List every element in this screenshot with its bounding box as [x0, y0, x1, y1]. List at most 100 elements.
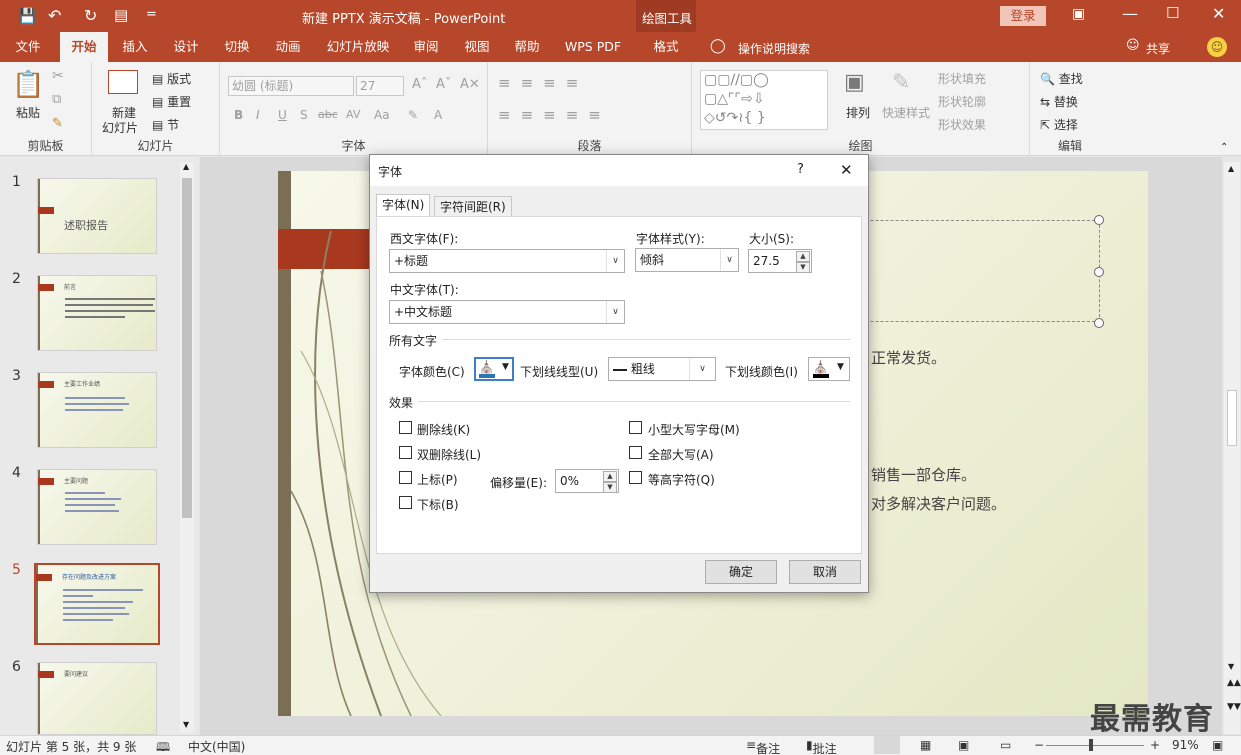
tab-review[interactable]: 审阅 — [406, 32, 446, 62]
alignment-icon[interactable]: ≡≡≡≡≡ — [498, 106, 611, 124]
small-caps-checkbox[interactable] — [629, 421, 642, 434]
tell-me-search[interactable]: 操作说明搜索 — [738, 40, 810, 57]
zoom-slider-thumb[interactable] — [1089, 739, 1093, 751]
bullets-icon[interactable]: ≡≡≡≡ — [498, 74, 588, 92]
canvas-scrollbar[interactable]: ▲ ▼ ▲▲ ▼▼ — [1224, 162, 1241, 734]
shape-outline-button[interactable]: 形状轮廓 — [938, 93, 986, 110]
char-spacing-button[interactable]: AV — [346, 108, 360, 121]
highlight-icon[interactable]: ✎ — [408, 108, 418, 122]
resize-handle[interactable] — [1094, 267, 1104, 277]
save-icon[interactable]: 💾 — [18, 7, 37, 25]
all-caps-checkbox[interactable] — [629, 446, 642, 459]
double-strikethrough-checkbox[interactable] — [399, 446, 412, 459]
strikethrough-button[interactable]: abc — [318, 108, 338, 121]
new-slide-button-line2[interactable]: 幻灯片 — [102, 119, 138, 136]
customize-qat-icon[interactable]: = — [146, 7, 157, 22]
cancel-button[interactable]: 取消 — [789, 560, 861, 584]
tab-animations[interactable]: 动画 — [267, 32, 309, 62]
format-painter-icon[interactable]: ✎ — [52, 116, 63, 131]
quick-styles-button[interactable]: 快速样式 — [882, 104, 930, 121]
maximize-icon[interactable]: ☐ — [1166, 4, 1179, 22]
tab-slideshow[interactable]: 幻灯片放映 — [320, 32, 396, 62]
scroll-down-arrow-icon[interactable]: ▼ — [1228, 662, 1234, 671]
fit-slide-icon[interactable]: ▣ — [1212, 738, 1223, 752]
subscript-checkbox[interactable] — [399, 496, 412, 509]
start-from-beginning-icon[interactable]: ▤ — [114, 6, 128, 24]
quick-styles-icon[interactable]: ✎ — [892, 70, 910, 95]
superscript-label[interactable]: 上标(P) — [417, 471, 458, 488]
replace-button[interactable]: ⇆ 替换 — [1040, 93, 1078, 110]
tab-wps-pdf[interactable]: WPS PDF — [558, 32, 628, 62]
reset-button[interactable]: ▤ 重置 — [152, 93, 191, 110]
all-caps-label[interactable]: 全部大写(A) — [648, 446, 714, 463]
slide-thumbnail[interactable]: 主要工作业绩 — [37, 372, 157, 448]
arrange-icon[interactable]: ▣ — [844, 70, 865, 95]
tab-character-spacing[interactable]: 字符间距(R) — [434, 196, 512, 218]
scroll-up-arrow-icon[interactable]: ▲ — [183, 162, 189, 171]
grow-font-icon[interactable]: Aˆ — [412, 77, 427, 92]
slide-thumbnail-active[interactable]: 存在问题及改进方案 — [34, 563, 160, 645]
new-slide-icon[interactable] — [108, 70, 138, 94]
shape-fill-button[interactable]: 形状填充 — [938, 70, 986, 87]
latin-font-combo[interactable]: +标题 ∨ — [389, 249, 625, 273]
slide-thumbnail[interactable]: 前言 — [37, 275, 157, 351]
strikethrough-checkbox[interactable] — [399, 421, 412, 434]
resize-handle[interactable] — [1094, 318, 1104, 328]
arrange-button[interactable]: 排列 — [846, 104, 870, 121]
help-button[interactable]: ? — [797, 162, 804, 177]
undo-icon[interactable]: ↶ — [48, 6, 61, 25]
superscript-checkbox[interactable] — [399, 471, 412, 484]
feedback-smiley-icon[interactable]: ☺ — [1207, 37, 1227, 57]
scroll-thumb[interactable] — [182, 178, 192, 518]
spin-down-icon[interactable]: ▼ — [796, 262, 810, 273]
shrink-font-icon[interactable]: Aˇ — [436, 77, 451, 92]
scroll-thumb[interactable] — [1227, 390, 1237, 446]
zoom-level[interactable]: 91% — [1172, 738, 1199, 752]
zoom-slider[interactable] — [1046, 745, 1144, 746]
scroll-down-arrow-icon[interactable]: ▼ — [183, 720, 189, 729]
equalize-height-checkbox[interactable] — [629, 471, 642, 484]
layout-button[interactable]: ▤ 版式 — [152, 70, 191, 87]
tab-format[interactable]: 格式 — [644, 32, 688, 62]
spin-down-icon[interactable]: ▼ — [603, 482, 617, 493]
find-button[interactable]: 🔍 查找 — [1040, 70, 1083, 87]
underline-button[interactable]: U — [278, 108, 287, 122]
slide-sorter-icon[interactable]: ▦ — [920, 738, 931, 752]
bold-button[interactable]: B — [234, 108, 243, 122]
paste-button[interactable]: 粘贴 — [16, 104, 40, 121]
previous-slide-icon[interactable]: ▲▲ — [1227, 678, 1241, 688]
spin-up-icon[interactable]: ▲ — [603, 471, 617, 482]
login-button[interactable]: 登录 — [1000, 6, 1046, 26]
shadow-button[interactable]: S — [300, 108, 308, 122]
language-indicator[interactable]: 中文(中国) — [188, 738, 245, 755]
equalize-height-label[interactable]: 等高字符(Q) — [648, 471, 715, 488]
strikethrough-label[interactable]: 删除线(K) — [417, 421, 470, 438]
next-slide-icon[interactable]: ▼▼ — [1227, 702, 1241, 712]
small-caps-label[interactable]: 小型大写字母(M) — [648, 421, 740, 438]
reading-view-icon[interactable]: ▣ — [958, 738, 969, 752]
slide-thumbnail[interactable]: 要问建议 — [37, 662, 157, 735]
collapse-ribbon-icon[interactable]: ⌃ — [1220, 142, 1228, 153]
shape-effects-button[interactable]: 形状效果 — [938, 116, 986, 133]
select-button[interactable]: ⇱ 选择 — [1040, 116, 1078, 133]
slide-thumbnail[interactable]: 主要问题 — [37, 469, 157, 545]
tab-file[interactable]: 文件 — [6, 32, 50, 62]
ok-button[interactable]: 确定 — [705, 560, 777, 584]
italic-button[interactable]: I — [256, 108, 260, 122]
tab-design[interactable]: 设计 — [166, 32, 206, 62]
slide-thumbnail[interactable]: 述职报告 — [37, 178, 157, 254]
zoom-out-icon[interactable]: − — [1034, 738, 1044, 752]
ribbon-display-options-icon[interactable]: ▣ — [1072, 6, 1085, 22]
tab-insert[interactable]: 插入 — [114, 32, 156, 62]
underline-style-combo[interactable]: 粗线 ∨ — [608, 357, 716, 381]
font-size-combo[interactable]: 27 — [356, 76, 404, 96]
double-strikethrough-label[interactable]: 双删除线(L) — [417, 446, 481, 463]
scroll-up-arrow-icon[interactable]: ▲ — [1228, 164, 1234, 173]
share-button[interactable]: 共享 — [1146, 40, 1170, 57]
redo-icon[interactable]: ↻ — [84, 6, 97, 25]
thumbnail-scrollbar[interactable]: ▲ ▼ — [180, 162, 194, 732]
close-window-icon[interactable]: ✕ — [1212, 4, 1225, 23]
clear-format-icon[interactable]: A✕ — [460, 77, 480, 92]
tab-view[interactable]: 视图 — [456, 32, 498, 62]
slideshow-icon[interactable]: ▭ — [1000, 738, 1011, 752]
